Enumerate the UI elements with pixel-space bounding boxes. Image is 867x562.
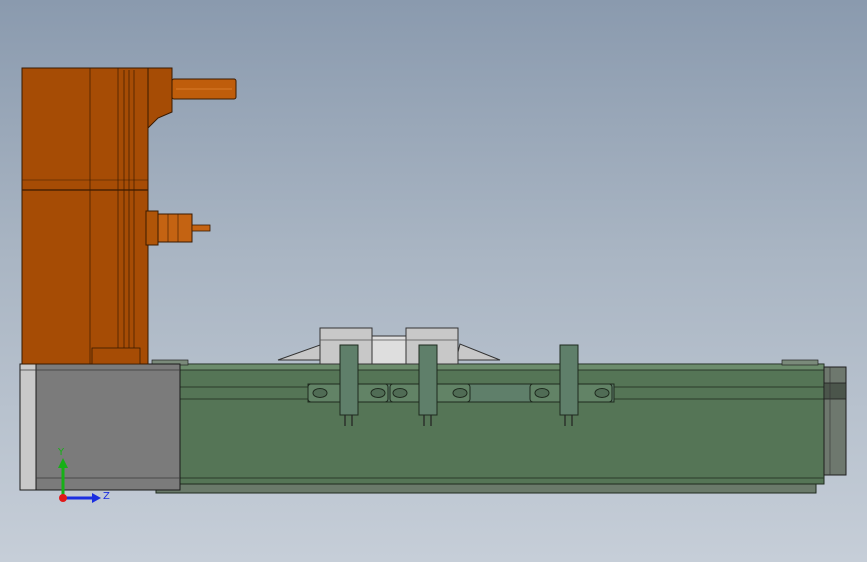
- bracket-hole-1b: [370, 388, 386, 398]
- rail-body: [177, 363, 825, 485]
- x-axis-dot: [59, 494, 67, 502]
- rail-end-cap-left[interactable]: [19, 363, 181, 491]
- end-cap-right-slot: [823, 382, 847, 400]
- rail-base-plate: [155, 483, 817, 494]
- bracket-hole-2a: [392, 388, 408, 398]
- proximity-sensor-1[interactable]: [339, 344, 359, 426]
- cad-viewport[interactable]: Y Z: [0, 0, 867, 562]
- proximity-sensor-2[interactable]: [418, 344, 438, 426]
- bracket-hole-3b: [594, 388, 610, 398]
- carriage[interactable]: [277, 327, 501, 365]
- connector-base: [145, 210, 159, 246]
- sensor-1-body: [339, 344, 359, 416]
- connector-pin: [191, 224, 211, 232]
- bracket-hole-2b: [452, 388, 468, 398]
- linear-rail[interactable]: [151, 359, 825, 494]
- carriage-wiper-right: [455, 343, 501, 361]
- y-axis-label: Y: [57, 447, 65, 458]
- connector-body: [157, 213, 193, 243]
- rail-stop-right: [781, 359, 819, 366]
- z-axis-arrow: [92, 493, 101, 503]
- motor-foot: [91, 347, 141, 365]
- rail-end-cap-right[interactable]: [823, 366, 847, 476]
- bracket-hole-3a: [534, 388, 550, 398]
- end-block-body: [19, 363, 181, 491]
- bracket-hole-1a: [312, 388, 328, 398]
- servo-motor[interactable]: [21, 67, 237, 365]
- sensor-3-body: [559, 344, 579, 416]
- sensor-2-body: [418, 344, 438, 416]
- proximity-sensor-3[interactable]: [559, 344, 579, 426]
- cad-model-scene[interactable]: Y Z: [0, 0, 867, 562]
- carriage-wiper-left: [277, 344, 323, 361]
- end-block-face: [19, 363, 37, 491]
- z-axis-label: Z: [103, 491, 110, 502]
- motor-flange: [147, 67, 173, 130]
- rail-top-edge: [177, 363, 825, 371]
